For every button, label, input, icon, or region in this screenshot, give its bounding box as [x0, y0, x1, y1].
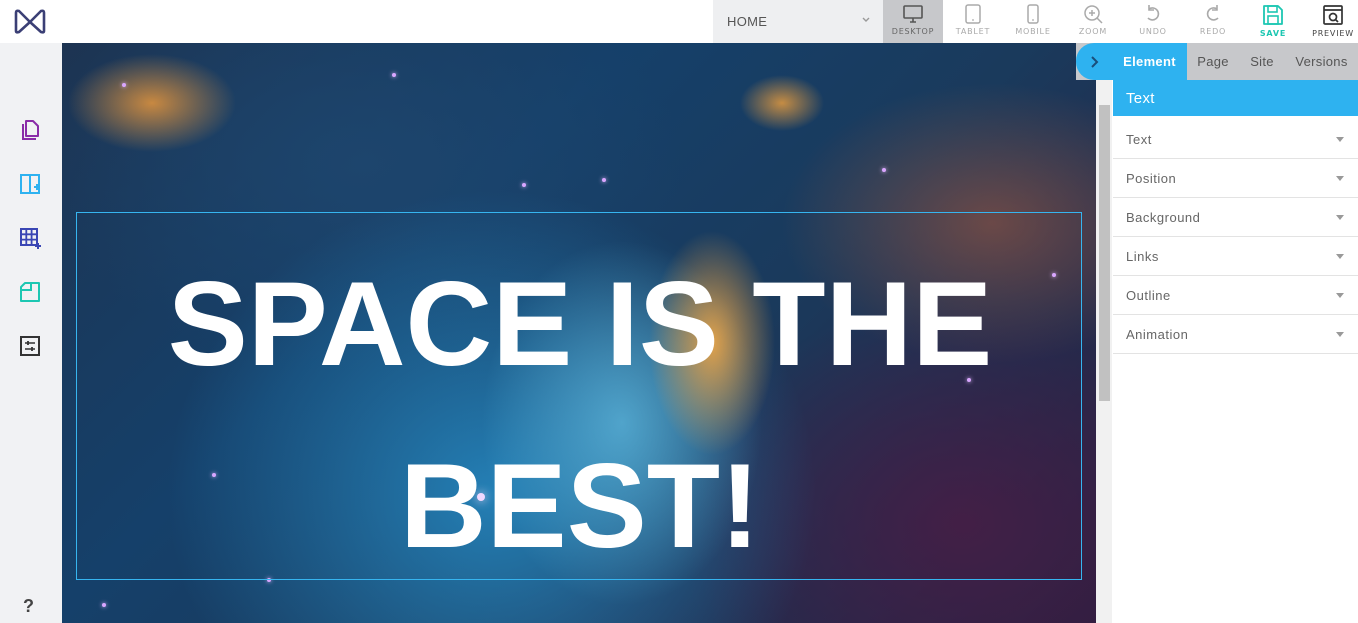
section-animation-label: Animation [1126, 326, 1189, 342]
undo-button[interactable]: UNDO [1123, 0, 1183, 43]
undo-icon [1147, 5, 1160, 21]
tablet-icon [965, 4, 981, 24]
caret-down-icon [1336, 176, 1344, 181]
zoom-label: ZOOM [1078, 27, 1108, 36]
app-logo-icon[interactable] [12, 6, 48, 36]
selected-text-element[interactable]: SPACE IS THE BEST! [76, 212, 1082, 580]
collapse-panel-button[interactable] [1076, 43, 1112, 80]
zoom-icon [1084, 5, 1103, 24]
tab-site[interactable]: Site [1239, 43, 1285, 80]
desktop-icon [903, 5, 923, 23]
section-background[interactable]: Background [1113, 198, 1358, 237]
section-position-label: Position [1126, 170, 1177, 186]
caret-down-icon [1336, 215, 1344, 220]
headline-text[interactable]: SPACE IS THE BEST! [77, 233, 1083, 597]
section-text-label: Text [1126, 131, 1152, 147]
star [102, 603, 106, 607]
section-links[interactable]: Links [1113, 237, 1358, 276]
top-toolbar: HOME DESKTOP TABLET MOBILE ZOOM UNDO RED… [0, 0, 1358, 43]
caret-down-icon [1336, 332, 1344, 337]
caret-down-icon [1336, 293, 1344, 298]
save-button[interactable]: SAVE [1243, 0, 1303, 43]
save-icon [1263, 5, 1283, 25]
preview-icon [1323, 5, 1343, 25]
settings-sliders-icon[interactable] [18, 334, 42, 358]
section-animation[interactable]: Animation [1113, 315, 1358, 354]
star [882, 168, 886, 172]
page-select[interactable]: HOME [713, 0, 883, 43]
page-select-value: HOME [727, 14, 768, 29]
section-position[interactable]: Position [1113, 159, 1358, 198]
section-background-label: Background [1126, 209, 1201, 225]
section-outline-label: Outline [1126, 287, 1171, 303]
tab-versions[interactable]: Versions [1285, 43, 1358, 80]
add-grid-icon[interactable] [18, 226, 42, 250]
save-label: SAVE [1259, 29, 1287, 38]
desktop-view-button[interactable]: DESKTOP [883, 0, 943, 43]
caret-down-icon [1336, 137, 1344, 142]
mobile-label: MOBILE [1015, 27, 1051, 36]
redo-icon [1206, 5, 1219, 21]
preview-button[interactable]: PREVIEW [1303, 0, 1358, 43]
star [392, 73, 396, 77]
mobile-icon [1027, 4, 1039, 24]
star [522, 183, 526, 187]
preview-label: PREVIEW [1312, 29, 1354, 38]
zoom-button[interactable]: ZOOM [1063, 0, 1123, 43]
page-canvas[interactable]: SPACE IS THE BEST! [62, 43, 1096, 623]
tablet-label: TABLET [955, 27, 991, 36]
desktop-label: DESKTOP [891, 27, 935, 36]
tablet-view-button[interactable]: TABLET [943, 0, 1003, 43]
section-links-label: Links [1126, 248, 1159, 264]
star [602, 178, 606, 182]
help-button[interactable]: ? [23, 596, 34, 617]
tab-element[interactable]: Element [1112, 43, 1187, 80]
panel-header: Text [1113, 80, 1358, 116]
redo-label: REDO [1199, 27, 1227, 36]
panel-tabs: Element Page Site Versions [1076, 43, 1358, 80]
add-section-icon[interactable] [18, 172, 42, 196]
section-text[interactable]: Text [1113, 120, 1358, 159]
redo-button[interactable]: REDO [1183, 0, 1243, 43]
pages-icon[interactable] [18, 118, 42, 142]
undo-label: UNDO [1139, 27, 1167, 36]
chevron-right-icon [1091, 55, 1099, 68]
add-element-icon[interactable] [18, 280, 42, 304]
mobile-view-button[interactable]: MOBILE [1003, 0, 1063, 43]
canvas-scrollbar-thumb[interactable] [1099, 105, 1110, 401]
chevron-down-icon [862, 17, 870, 22]
left-sidebar: ? [0, 43, 62, 623]
section-outline[interactable]: Outline [1113, 276, 1358, 315]
caret-down-icon [1336, 254, 1344, 259]
tab-page[interactable]: Page [1187, 43, 1239, 80]
star [122, 83, 126, 87]
